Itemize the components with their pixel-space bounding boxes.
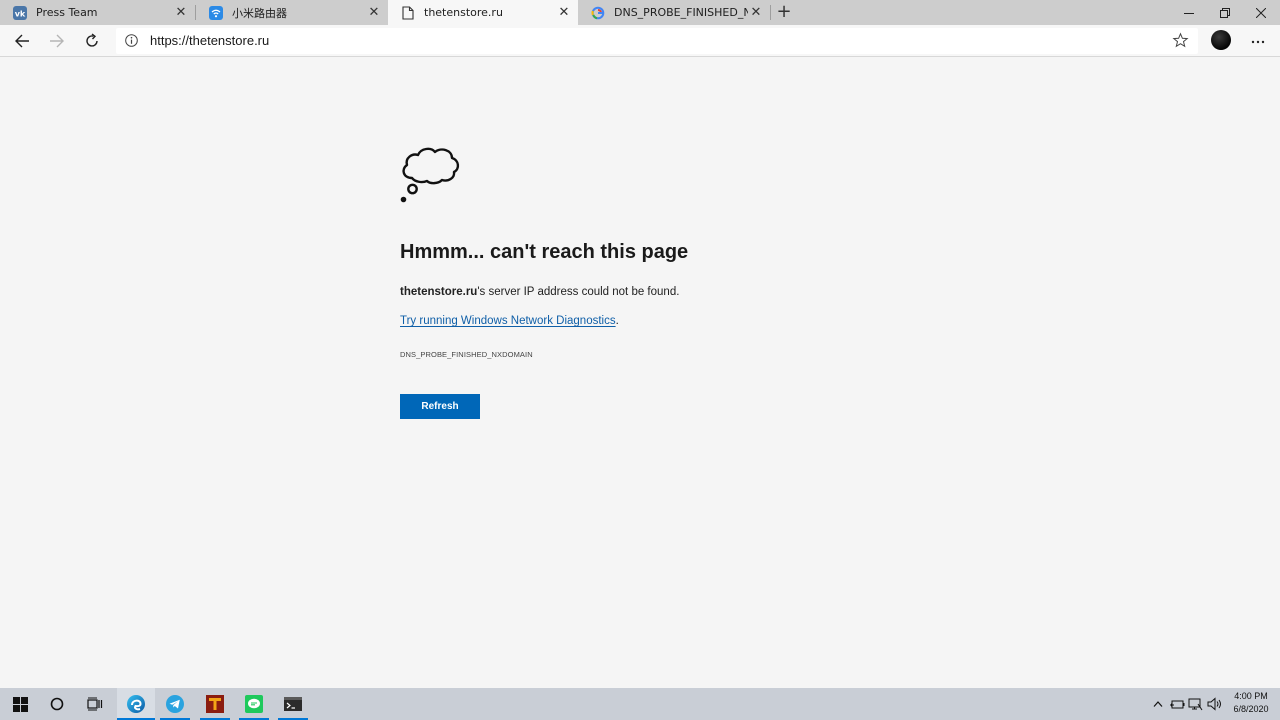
vk-icon: vk <box>13 5 27 20</box>
speaker-icon <box>1207 697 1221 711</box>
address-url[interactable]: https://thetenstore.ru <box>150 33 269 48</box>
google-icon <box>591 6 605 20</box>
battery-plug-icon <box>1170 700 1185 709</box>
tab-dns-error[interactable]: DNS_PROBE_FINISHED_NXDOMAIN ✕ <box>578 0 770 25</box>
network-status[interactable] <box>1188 696 1204 712</box>
telegram-icon <box>166 695 184 713</box>
tab-thetenstore[interactable]: thetenstore.ru ✕ <box>388 0 578 25</box>
back-arrow-icon <box>15 34 29 48</box>
terminal-taskbar-button[interactable] <box>274 688 312 720</box>
diagnostics-period: . <box>615 315 619 327</box>
restore-icon <box>1220 7 1230 18</box>
clock-date: 6/8/2020 <box>1233 704 1269 714</box>
close-icon <box>1256 7 1266 18</box>
network-diagnostics-link[interactable]: Try running Windows Network Diagnostics <box>400 315 616 327</box>
network-icon <box>1188 698 1203 711</box>
refresh-button[interactable]: Refresh <box>400 394 480 419</box>
task-view-button[interactable] <box>76 688 114 720</box>
edge-taskbar-button[interactable] <box>117 688 155 720</box>
volume-control[interactable] <box>1207 696 1223 712</box>
start-button[interactable] <box>0 688 40 720</box>
back-button[interactable] <box>10 29 34 53</box>
favorite-star-icon[interactable] <box>1172 32 1189 49</box>
task-view-icon <box>87 697 103 711</box>
more-dots-icon <box>1251 40 1265 44</box>
windows-taskbar: 4:00 PM 6/8/2020 <box>0 688 1280 720</box>
tab-title: thetenstore.ru <box>424 6 503 19</box>
restore-button[interactable] <box>1208 0 1242 25</box>
close-tab-icon[interactable]: ✕ <box>366 5 382 21</box>
tab-title: 小米路由器 <box>232 6 287 20</box>
tab-strip: vk Press Team ✕ 小米路由器 ✕ thetenstore.ru ✕… <box>0 0 1280 25</box>
tab-xiaomi-router[interactable]: 小米路由器 ✕ <box>196 0 388 25</box>
new-tab-button[interactable]: + <box>774 2 794 22</box>
minimize-button[interactable] <box>1172 0 1206 25</box>
minimize-icon <box>1184 12 1194 14</box>
edge-icon <box>127 695 145 713</box>
tab-press-team[interactable]: vk Press Team ✕ <box>0 0 195 25</box>
app-t-taskbar-button[interactable] <box>196 688 234 720</box>
tab-title: Press Team <box>36 6 98 19</box>
forward-arrow-icon <box>50 34 64 48</box>
forward-button[interactable] <box>45 29 69 53</box>
address-bar[interactable]: https://thetenstore.ru <box>116 28 1198 54</box>
show-hidden-icons-button[interactable] <box>1150 696 1166 712</box>
close-tab-icon[interactable]: ✕ <box>556 5 572 21</box>
page-icon <box>401 5 415 20</box>
terminal-icon <box>284 697 302 711</box>
battery-status[interactable] <box>1169 696 1185 712</box>
close-tab-icon[interactable]: ✕ <box>173 5 189 21</box>
green-app-taskbar-button[interactable] <box>235 688 273 720</box>
cortana-circle-icon <box>50 697 64 711</box>
profile-avatar[interactable] <box>1211 30 1231 50</box>
telegram-taskbar-button[interactable] <box>156 688 194 720</box>
diagnostics-line: Try running Windows Network Diagnostics. <box>400 315 619 327</box>
settings-more-button[interactable] <box>1248 29 1268 53</box>
error-code: DNS_PROBE_FINISHED_NXDOMAIN <box>400 350 533 359</box>
tab-title: DNS_PROBE_FINISHED_NXDOMAIN <box>614 6 748 19</box>
t-app-icon <box>206 695 224 713</box>
windows-logo-icon <box>12 696 28 712</box>
close-tab-icon[interactable]: ✕ <box>748 5 764 21</box>
close-window-button[interactable] <box>1244 0 1278 25</box>
browser-toolbar: https://thetenstore.ru <box>0 25 1280 57</box>
system-clock[interactable]: 4:00 PM 6/8/2020 <box>1228 690 1274 716</box>
error-heading: Hmmm... can't reach this page <box>400 241 689 263</box>
wifi-icon <box>209 5 223 20</box>
error-host: thetenstore.ru <box>400 286 478 298</box>
error-message: thetenstore.ru's server IP address could… <box>400 286 679 298</box>
reload-icon <box>86 33 98 47</box>
info-icon[interactable] <box>125 34 138 47</box>
tab-divider <box>770 5 771 20</box>
chevron-up-icon <box>1153 701 1163 707</box>
messenger-app-icon <box>245 695 263 713</box>
error-message-text: 's server IP address could not be found. <box>477 286 680 298</box>
reload-button[interactable] <box>80 29 104 53</box>
thought-cloud-icon <box>400 147 460 203</box>
svg-text:vk: vk <box>15 9 26 18</box>
clock-time: 4:00 PM <box>1234 691 1268 701</box>
error-page: Hmmm... can't reach this page thetenstor… <box>0 58 1280 688</box>
search-button[interactable] <box>38 688 76 720</box>
